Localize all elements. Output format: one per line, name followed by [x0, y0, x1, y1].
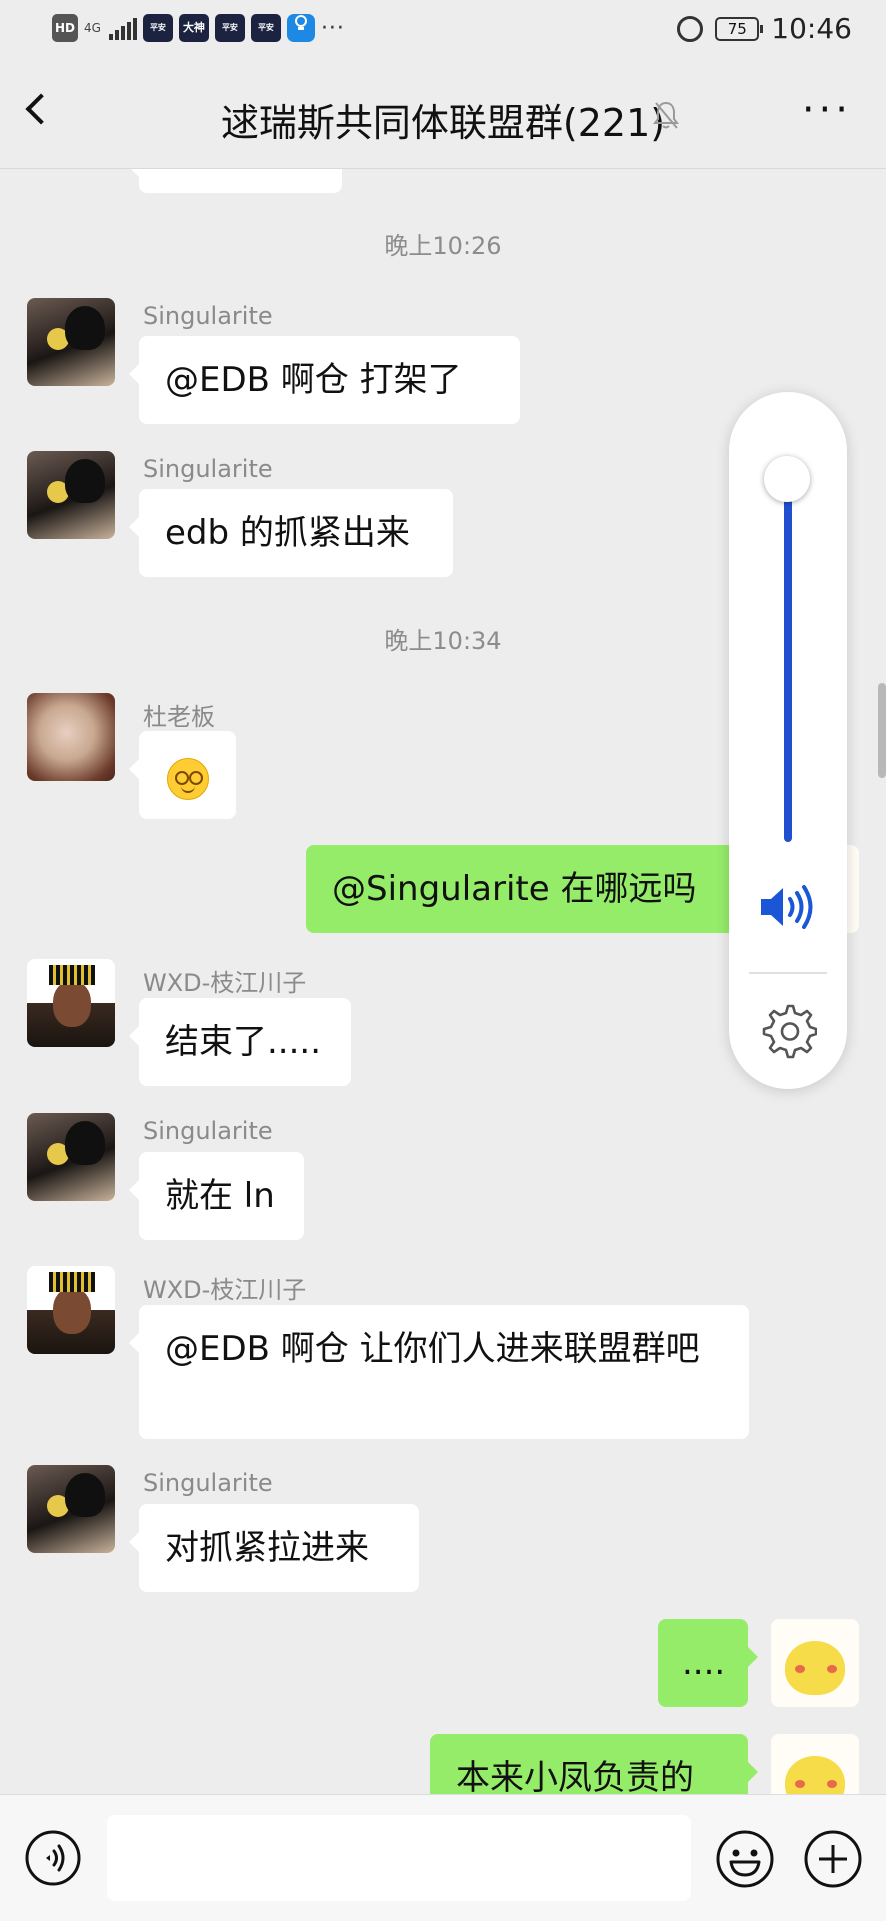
chat-title: 逑瑞斯共同体联盟群(221) [220, 101, 666, 145]
message-input[interactable] [107, 1815, 691, 1901]
timestamp: 晚上10:26 [384, 232, 502, 260]
message-bubble[interactable]: 就在 ln [129, 1152, 304, 1240]
sender-name: 杜老板 [143, 703, 215, 731]
message-bubble[interactable]: @EDB 啊仓 让你们人进来联盟群吧 [129, 1305, 749, 1439]
sender-name: Singularite [143, 455, 273, 483]
message-text: edb 的抓紧出来 [165, 513, 410, 553]
plus-button[interactable] [803, 1829, 863, 1889]
sender-name: WXD-枝江川子 [143, 969, 307, 997]
hd-badge: HD [52, 14, 78, 42]
message-text: @EDB 啊仓 让你们人进来联盟群吧 [165, 1329, 700, 1369]
volume-panel [729, 392, 847, 1089]
avatar[interactable] [27, 693, 115, 781]
signal-icon [108, 16, 137, 40]
voice-input-button[interactable] [24, 1829, 82, 1887]
status-bar: HD 4G 平安 大神 平安 平安 ··· 75 10:46 [0, 0, 886, 64]
sender-name: Singularite [143, 302, 273, 330]
sender-name: WXD-枝江川子 [143, 1276, 307, 1304]
app-notification-icon: 平安 [142, 14, 173, 42]
alarm-icon [677, 15, 704, 42]
volume-slider-knob[interactable] [764, 456, 810, 503]
battery-icon: 75 [715, 16, 764, 41]
avatar[interactable] [27, 451, 115, 539]
avatar[interactable] [27, 1266, 115, 1354]
scrollbar[interactable] [878, 683, 886, 778]
lightbulb-icon [286, 14, 315, 42]
message-bubble [129, 169, 342, 193]
avatar[interactable] [27, 1113, 115, 1201]
my-message-bubble[interactable]: @Singularite 在哪远吗 [306, 845, 748, 933]
my-message-bubble[interactable]: .... [658, 1619, 758, 1707]
my-avatar[interactable] [771, 1734, 859, 1794]
message-text: 就在 ln [165, 1176, 275, 1216]
message-bubble[interactable]: 结束了..... [129, 998, 351, 1086]
input-bar [0, 1794, 886, 1921]
avatar[interactable] [27, 959, 115, 1047]
message-bubble[interactable]: edb 的抓紧出来 [129, 489, 453, 577]
smirk-emoji-icon [167, 757, 209, 800]
app-notification-icon: 平安 [214, 14, 245, 42]
mute-bell-icon [653, 101, 679, 129]
app-notification-icon: 大神 [178, 14, 209, 42]
more-options-button[interactable]: ··· [802, 90, 852, 130]
my-avatar[interactable] [771, 1619, 859, 1707]
network-type: 4G [84, 20, 101, 35]
message-text: .... [682, 1643, 726, 1683]
gear-icon[interactable] [759, 1002, 817, 1060]
emoji-button[interactable] [715, 1829, 775, 1889]
message-text: 本来小凤负责的 [456, 1758, 694, 1794]
sender-name: Singularite [143, 1469, 273, 1497]
more-notifications-icon: ··· [320, 15, 345, 41]
my-message-bubble[interactable]: 本来小凤负责的 [430, 1734, 758, 1794]
chat-header: 逑瑞斯共同体联盟群(221) ··· [0, 64, 886, 169]
status-time: 10:46 [771, 12, 852, 45]
message-text: @Singularite 在哪远吗 [332, 869, 697, 909]
message-bubble[interactable]: 对抓紧拉进来 [129, 1504, 419, 1592]
message-bubble[interactable]: @EDB 啊仓 打架了 [129, 336, 520, 424]
avatar[interactable] [27, 1465, 115, 1553]
volume-slider-fill [784, 479, 792, 842]
divider [749, 972, 827, 974]
app-notification-icon: 平安 [250, 14, 281, 42]
message-text: 结束了..... [165, 1022, 322, 1062]
message-text: 对抓紧拉进来 [165, 1528, 369, 1568]
sender-name: Singularite [143, 1117, 273, 1145]
speaker-icon[interactable] [757, 882, 819, 932]
message-text: @EDB 啊仓 打架了 [165, 360, 462, 400]
avatar[interactable] [27, 298, 115, 386]
message-bubble[interactable] [129, 731, 236, 819]
